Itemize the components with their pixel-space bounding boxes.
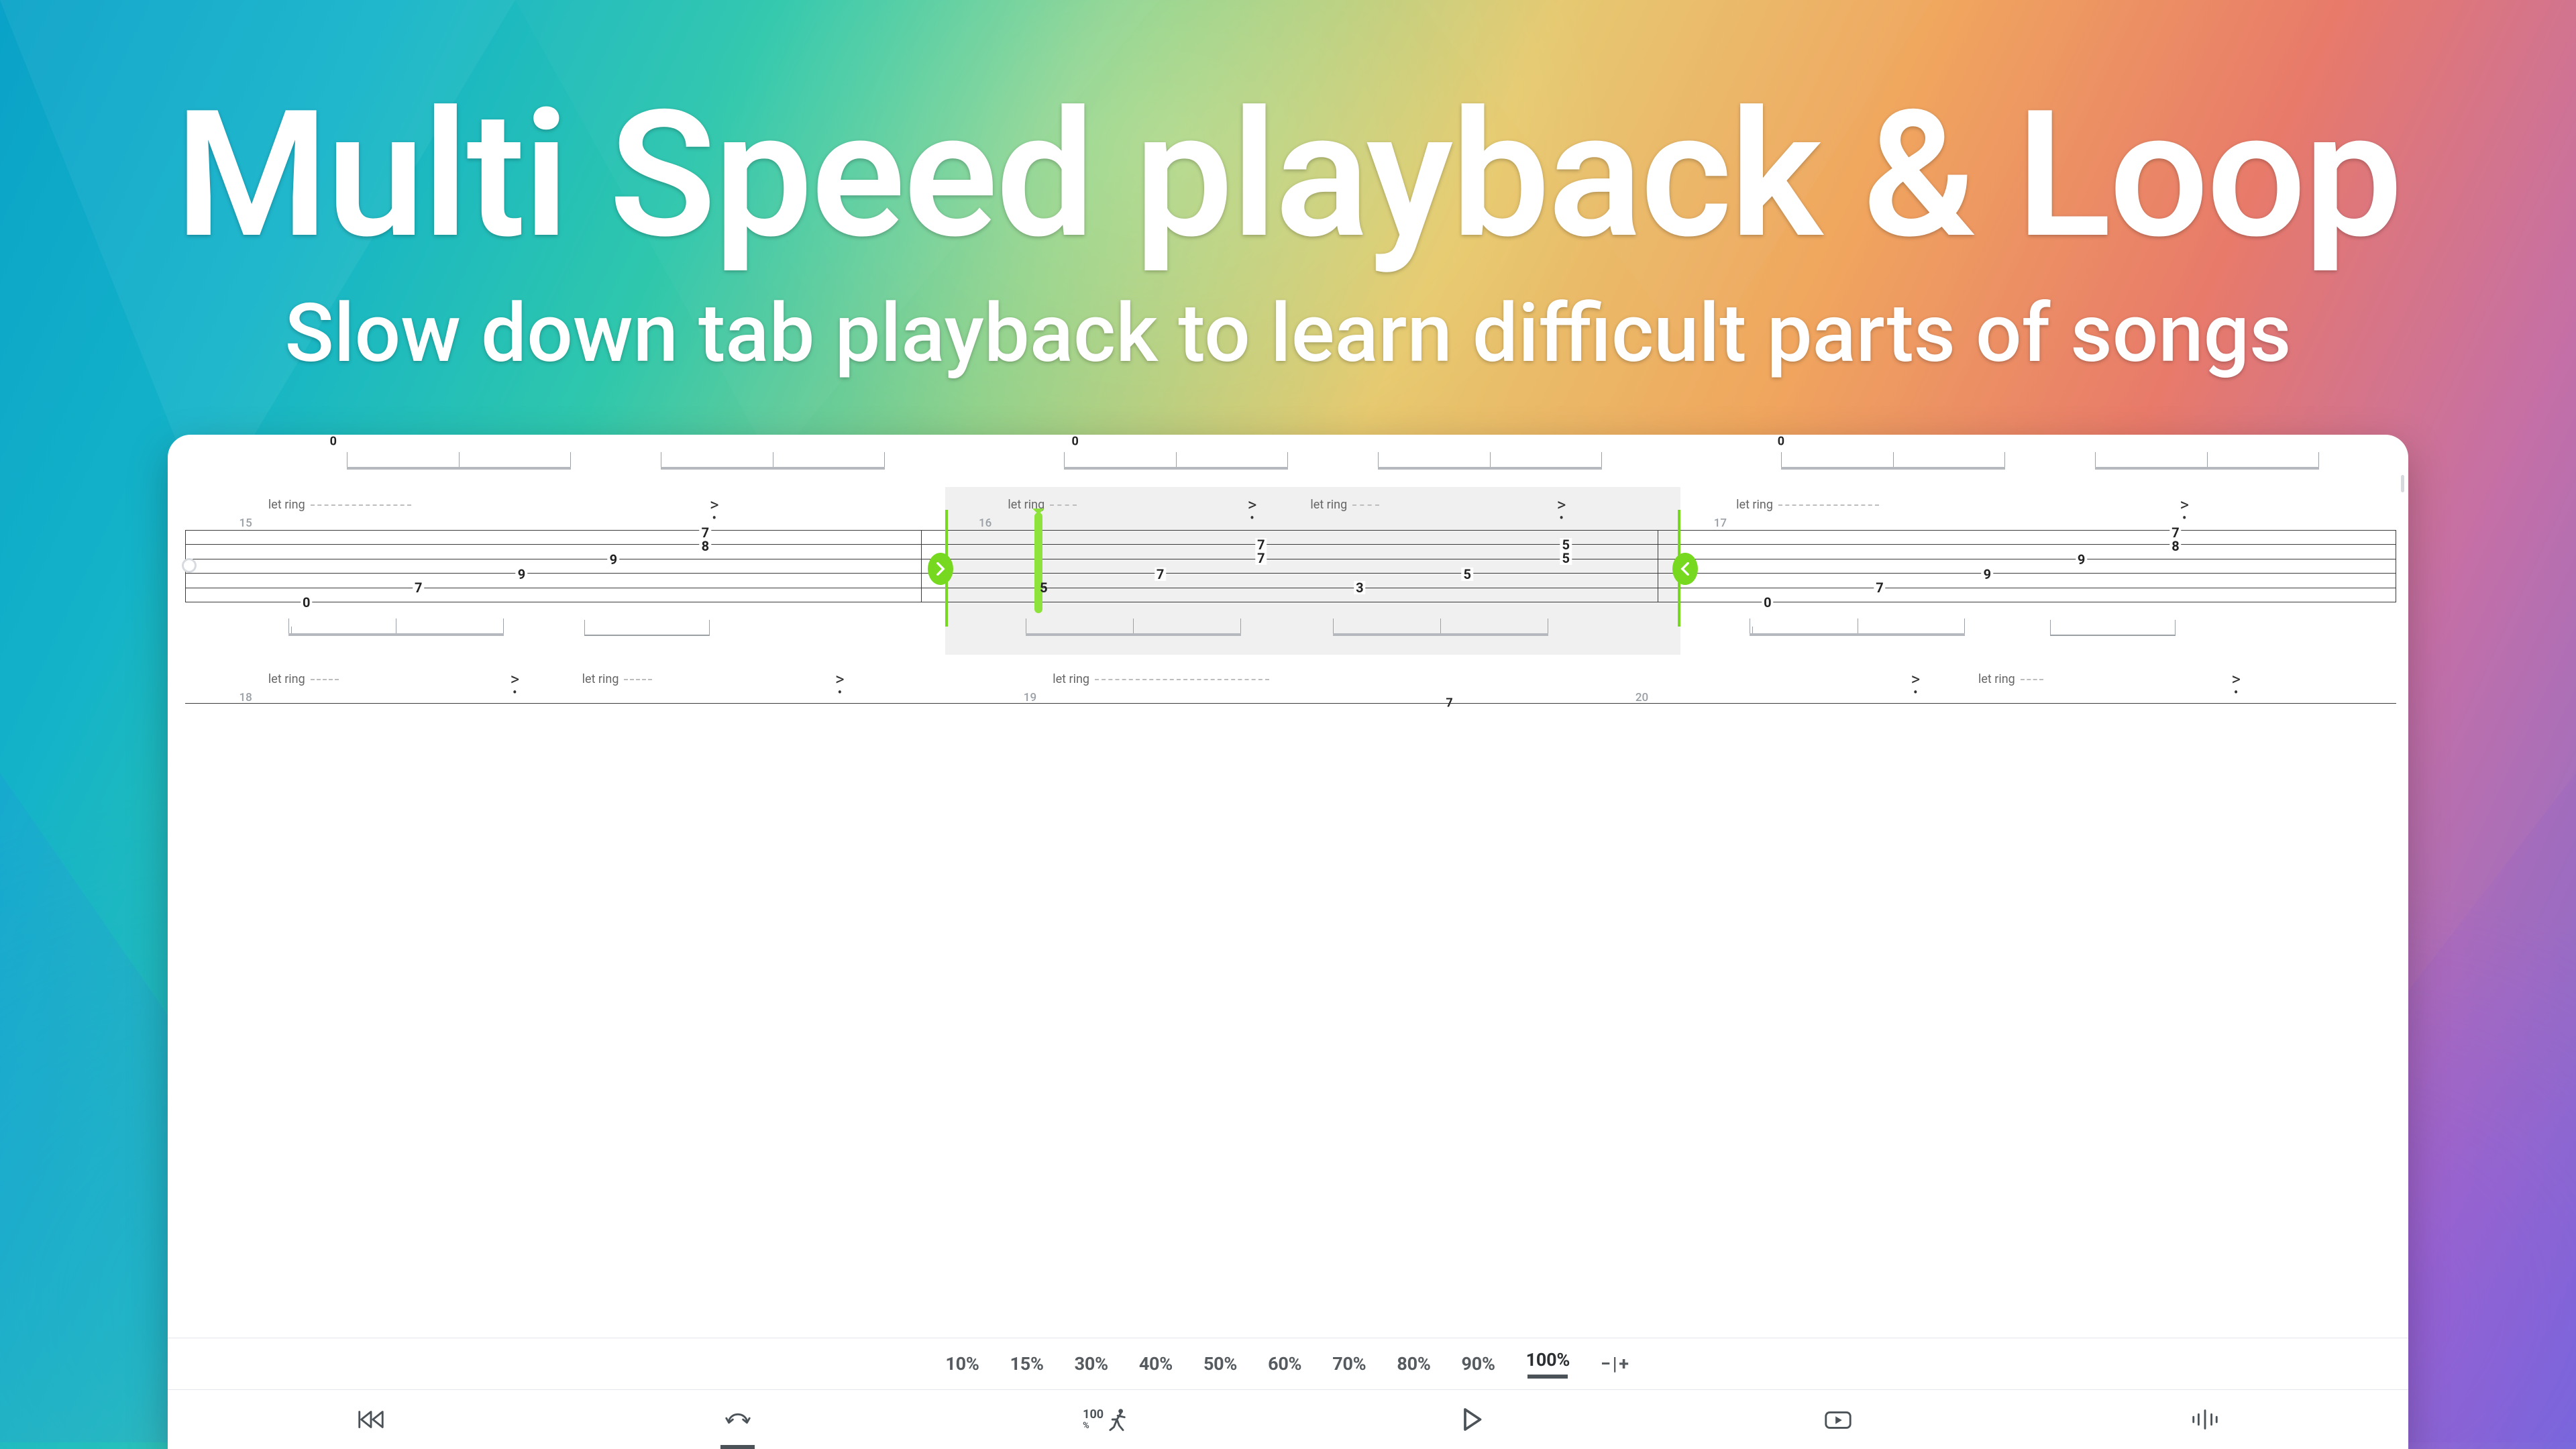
speed-unit: % <box>1083 1421 1104 1431</box>
accent-mark: >• <box>2231 669 2241 695</box>
rhythm-beam <box>1026 616 1241 636</box>
measure-number: 15 <box>239 517 252 530</box>
video-button[interactable] <box>1817 1403 1860 1436</box>
play-icon <box>1456 1406 1487 1433</box>
speed-option-30[interactable]: 30% <box>1075 1353 1108 1375</box>
rhythm-beam <box>661 449 885 470</box>
let-ring: let ring <box>1053 672 1269 686</box>
playhead[interactable] <box>1034 513 1042 613</box>
fret-number: 5 <box>1560 551 1572 565</box>
fret-number: 0 <box>330 435 337 449</box>
fret-number: 7 <box>1255 551 1267 565</box>
hero-subtitle: Slow down tab playback to learn difficul… <box>0 286 2576 381</box>
fret-number: 7 <box>2169 526 2181 539</box>
speed-option-90[interactable]: 90% <box>1462 1353 1495 1375</box>
hero: Multi Speed playback & Loop Slow down ta… <box>0 72 2576 381</box>
let-ring: let ring <box>1736 498 1879 512</box>
fret-number: 9 <box>2076 553 2087 566</box>
let-ring: let ring <box>268 498 411 512</box>
measure-number: 18 <box>239 691 252 704</box>
fret-number: 0 <box>1071 435 1078 449</box>
tab-staff-main <box>185 530 2397 602</box>
video-icon <box>1823 1406 1854 1433</box>
measure-number: 20 <box>1635 691 1648 704</box>
fret-number: 0 <box>1762 596 1773 609</box>
let-ring: let ring <box>268 672 339 686</box>
fret-number: 8 <box>2169 539 2181 553</box>
soundwave-icon <box>2190 1406 2220 1433</box>
rhythm-beam <box>1333 616 1548 636</box>
loop-icon <box>722 1406 753 1433</box>
tab-sheet[interactable]: 0 0 0 <box>168 435 2409 1338</box>
tuner-button[interactable] <box>2184 1403 2226 1436</box>
fret-number: 0 <box>301 596 312 609</box>
speed-option-15[interactable]: 15% <box>1010 1353 1044 1375</box>
play-button[interactable] <box>1450 1403 1493 1436</box>
let-ring: let ring <box>582 672 653 686</box>
speed-option-10[interactable]: 10% <box>945 1353 979 1375</box>
rhythm-beam <box>347 449 571 470</box>
speed-bar: 10% 15% 30% 40% 50% 60% 70% 80% 90% 100%… <box>168 1338 2409 1390</box>
rhythm-beam <box>2050 616 2176 636</box>
fret-number: 9 <box>608 553 619 566</box>
fret-number: 7 <box>700 526 711 539</box>
hero-title: Multi Speed playback & Loop <box>0 72 2576 278</box>
accent-mark: >• <box>835 669 845 695</box>
fret-number: 0 <box>1778 435 1784 449</box>
speed-option-100[interactable]: 100% <box>1526 1349 1570 1379</box>
runner-icon <box>1108 1407 1126 1432</box>
rewind-button[interactable] <box>350 1403 392 1436</box>
rewind-icon <box>356 1406 386 1433</box>
measure-number: 16 <box>979 517 991 530</box>
speed-indicator-button[interactable]: 100 % <box>1083 1407 1126 1432</box>
fret-number: 9 <box>1982 568 1993 581</box>
loop-button[interactable] <box>716 1403 759 1436</box>
fret-number: 5 <box>1462 568 1473 581</box>
rhythm-beam <box>1750 616 1965 636</box>
fret-number: 7 <box>413 581 424 594</box>
let-ring: let ring <box>1310 498 1379 512</box>
repeat-dot <box>182 558 197 573</box>
speed-option-70[interactable]: 70% <box>1332 1353 1366 1375</box>
speed-fine-adjust[interactable]: −|+ <box>1601 1353 1631 1375</box>
fret-number: 5 <box>1560 538 1572 551</box>
fret-number: 7 <box>1155 568 1166 581</box>
rhythm-beam <box>1781 449 2005 470</box>
fret-number: 9 <box>516 568 527 581</box>
speed-option-40[interactable]: 40% <box>1139 1353 1173 1375</box>
speed-option-60[interactable]: 60% <box>1268 1353 1301 1375</box>
accent-mark: >• <box>1911 669 1921 695</box>
speed-option-80[interactable]: 80% <box>1397 1353 1430 1375</box>
rhythm-beam <box>584 616 710 636</box>
accent-mark: >• <box>511 669 520 695</box>
measure-number: 17 <box>1714 517 1727 530</box>
fret-number: 7 <box>1874 581 1885 594</box>
rhythm-beam <box>288 616 504 636</box>
fret-number: 8 <box>700 539 711 553</box>
loop-end-handle[interactable] <box>1672 553 1698 585</box>
speed-value: 100 <box>1083 1409 1104 1421</box>
rhythm-beam <box>1064 449 1288 470</box>
rhythm-beam <box>1378 449 1602 470</box>
fret-number: 5 <box>1038 581 1049 594</box>
measure-number: 19 <box>1024 691 1036 704</box>
device-frame: 0 0 0 <box>168 435 2409 1449</box>
player-toolbar: 100 % <box>168 1390 2409 1449</box>
accent-mark: >• <box>2180 495 2190 521</box>
speed-option-50[interactable]: 50% <box>1203 1353 1237 1375</box>
fret-number: 7 <box>1255 538 1267 551</box>
fret-number: 3 <box>1354 581 1365 594</box>
accent-mark: >• <box>1557 495 1566 521</box>
loop-start-handle[interactable] <box>928 553 953 585</box>
rhythm-beam <box>2095 449 2319 470</box>
accent-mark: >• <box>710 495 719 521</box>
accent-mark: >• <box>1248 495 1257 521</box>
staff-line-fragment <box>185 703 2397 704</box>
let-ring: let ring <box>1978 672 2043 686</box>
